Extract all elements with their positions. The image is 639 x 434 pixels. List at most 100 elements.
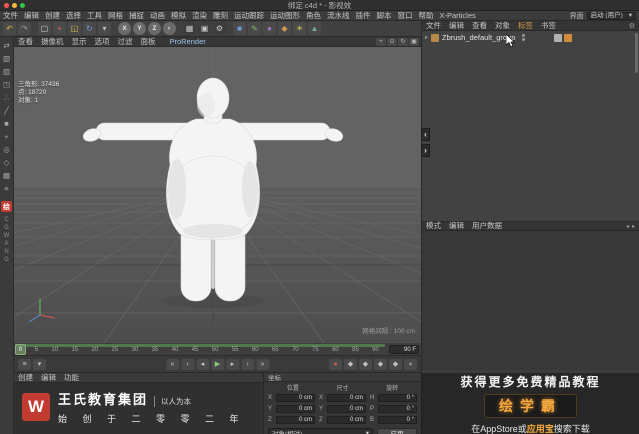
attr-back-icon[interactable]: ◂ xyxy=(626,223,629,230)
menu-item[interactable]: X-Particles xyxy=(437,11,479,21)
object-manager-tab[interactable]: 编辑 xyxy=(445,21,468,31)
panel-collapse-left-button[interactable]: ‹ xyxy=(421,128,430,141)
key-scale-button[interactable]: ◆ xyxy=(359,358,372,370)
viewport-menu-item[interactable]: 摄像机 xyxy=(37,37,68,47)
timeline-ruler[interactable]: 0 5 10 15 20 25 30 35 40 45 50 55 60 65 70 75 80 85 90 0 9… xyxy=(14,343,421,356)
toggle-view-icon[interactable]: ▣ xyxy=(409,37,419,46)
add-spline-icon[interactable]: ✎ xyxy=(248,22,261,35)
coord-value-field[interactable]: 0 ° xyxy=(378,416,417,424)
menu-item[interactable]: 网格 xyxy=(105,11,126,21)
convert-editable-icon[interactable]: ⇄ xyxy=(1,39,13,51)
menu-item[interactable]: 模拟 xyxy=(168,11,189,21)
goto-start-button[interactable]: « xyxy=(166,358,179,370)
attribute-manager-tab[interactable]: 模式 xyxy=(422,221,445,231)
coord-value-field[interactable]: 0 cm xyxy=(327,394,366,402)
viewport-menu-item[interactable]: 查看 xyxy=(14,37,37,47)
undo-icon[interactable]: ↶ xyxy=(3,22,16,35)
object-tree-item[interactable]: ▸ Zbrush_default_group xyxy=(422,31,639,44)
viewport-canvas[interactable] xyxy=(14,47,421,343)
timeline-options-icon[interactable]: ▾ xyxy=(33,358,46,370)
pan-view-icon[interactable]: + xyxy=(376,37,386,46)
next-frame-button[interactable]: ▸ xyxy=(226,358,239,370)
playhead[interactable]: 0 xyxy=(15,344,26,355)
scrollbar-thumb[interactable] xyxy=(635,33,638,73)
autokey-button[interactable]: ● xyxy=(404,358,417,370)
polygons-mode-icon[interactable]: ■ xyxy=(1,117,13,129)
material-menu-item[interactable]: 编辑 xyxy=(37,373,60,383)
object-manager-tab[interactable]: 对象 xyxy=(491,21,514,31)
menu-item[interactable]: 选择 xyxy=(63,11,84,21)
points-mode-icon[interactable]: ∴ xyxy=(1,91,13,103)
coord-value-field[interactable]: 0 cm xyxy=(276,394,315,402)
object-manager-tab[interactable]: 查看 xyxy=(468,21,491,31)
menu-item[interactable]: 雕刻 xyxy=(210,11,231,21)
subdivision-surface-icon[interactable]: ● xyxy=(263,22,276,35)
coord-value-field[interactable]: 0 cm xyxy=(327,416,366,424)
environment-object-icon[interactable]: ▲ xyxy=(308,22,321,35)
lock-z-button[interactable]: Z xyxy=(148,22,161,35)
rotate-view-icon[interactable]: ↻ xyxy=(398,37,408,46)
scale-tool-icon[interactable]: ◱ xyxy=(68,22,81,35)
texture-mode-icon[interactable]: ▨ xyxy=(1,65,13,77)
move-tool-icon[interactable]: + xyxy=(53,22,66,35)
menu-item[interactable]: 脚本 xyxy=(374,11,395,21)
menu-item[interactable]: 编辑 xyxy=(21,11,42,21)
render-settings-icon[interactable]: ⚙ xyxy=(213,22,226,35)
menu-item[interactable]: 窗口 xyxy=(395,11,416,21)
goto-end-button[interactable]: » xyxy=(256,358,269,370)
live-selection-icon[interactable]: ▢ xyxy=(38,22,51,35)
menu-item[interactable]: 流水线 xyxy=(324,11,353,21)
play-button[interactable]: ▶ xyxy=(211,358,224,370)
solo-mode-icon[interactable]: ◎ xyxy=(1,143,13,155)
interface-select[interactable]: 启动 (用户) ▾ xyxy=(586,12,636,20)
record-keyframe-button[interactable]: ● xyxy=(329,358,342,370)
coord-mode-select[interactable]: 对象(相对) ▾ xyxy=(268,428,373,434)
attr-forward-icon[interactable]: ▸ xyxy=(632,223,635,230)
last-tool-icon[interactable]: ▾ xyxy=(98,22,111,35)
coord-value-field[interactable]: 0 cm xyxy=(276,405,315,413)
lock-x-button[interactable]: X xyxy=(118,22,131,35)
panel-collapse-right-button[interactable]: › xyxy=(421,144,430,157)
attribute-manager-tab[interactable]: 编辑 xyxy=(445,221,468,231)
gear-icon[interactable]: ⚙ xyxy=(629,22,639,30)
axis-mode-icon[interactable]: + xyxy=(1,130,13,142)
light-object-icon[interactable]: ☀ xyxy=(293,22,306,35)
menu-item[interactable]: 文件 xyxy=(0,11,21,21)
lock-workplane-icon[interactable]: ≡ xyxy=(1,182,13,194)
menu-item[interactable]: 捕捉 xyxy=(126,11,147,21)
menu-item[interactable]: 角色 xyxy=(303,11,324,21)
zoom-button[interactable] xyxy=(20,3,25,8)
viewport-menu-item[interactable]: 显示 xyxy=(68,37,91,47)
close-button[interactable] xyxy=(4,3,9,8)
menu-item[interactable]: 工具 xyxy=(84,11,105,21)
prev-frame-button[interactable]: ◂ xyxy=(196,358,209,370)
menu-item[interactable]: 创建 xyxy=(42,11,63,21)
edges-mode-icon[interactable]: ╱ xyxy=(1,104,13,116)
object-manager-tab[interactable]: 标签 xyxy=(514,21,537,31)
grid-snap-icon[interactable]: ▦ xyxy=(1,169,13,181)
render-region-icon[interactable]: ▣ xyxy=(198,22,211,35)
coord-value-field[interactable]: 0 ° xyxy=(378,394,417,402)
snap-icon[interactable]: ◇ xyxy=(1,156,13,168)
workplane-icon[interactable]: ◳ xyxy=(1,78,13,90)
next-key-button[interactable]: › xyxy=(241,358,254,370)
coord-value-field[interactable]: 0 cm xyxy=(276,416,315,424)
coord-value-field[interactable]: 0 ° xyxy=(378,405,417,413)
viewport-menu-item[interactable]: 面板 xyxy=(137,37,160,47)
menu-item[interactable]: 渲染 xyxy=(189,11,210,21)
key-parameter-button[interactable]: ◆ xyxy=(389,358,402,370)
camera-object-icon[interactable]: ◆ xyxy=(278,22,291,35)
menu-item[interactable]: 帮助 xyxy=(416,11,437,21)
prev-key-button[interactable]: ‹ xyxy=(181,358,194,370)
prorender-menu[interactable]: ProRender xyxy=(166,37,210,47)
rotate-tool-icon[interactable]: ↻ xyxy=(83,22,96,35)
viewport-menu-item[interactable]: 选项 xyxy=(91,37,114,47)
add-cube-icon[interactable]: ■ xyxy=(233,22,246,35)
minimize-button[interactable] xyxy=(12,3,17,8)
apply-button[interactable]: 应用 xyxy=(377,428,417,434)
end-frame-field[interactable]: 90 F xyxy=(389,345,419,354)
key-position-button[interactable]: ◆ xyxy=(344,358,357,370)
zoom-view-icon[interactable]: ⊙ xyxy=(387,37,397,46)
attribute-manager-tab[interactable]: 用户数据 xyxy=(468,221,506,231)
menu-item[interactable]: 运动跟踪 xyxy=(231,11,267,21)
